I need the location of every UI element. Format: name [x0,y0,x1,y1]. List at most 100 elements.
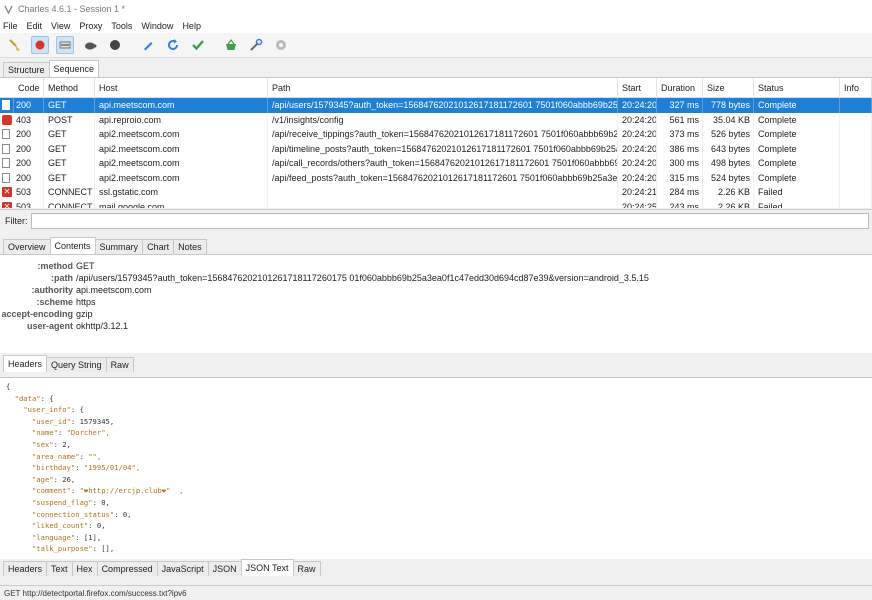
column-header-host[interactable]: Host [95,78,268,98]
column-header-info[interactable]: Info [840,78,872,98]
column-header-path[interactable]: Path [268,78,618,98]
menu-window[interactable]: Window [141,21,173,31]
json-key: "talk_purpose" [31,544,93,554]
cell-method: GET [44,156,95,171]
throttle-button[interactable] [56,36,74,54]
cell-status: Failed [754,199,840,208]
cell-start: 20:24:25 [618,199,657,208]
settings-button[interactable] [272,36,290,54]
tab-contents[interactable]: Contents [49,237,96,254]
tab-structure[interactable]: Structure [3,62,50,77]
table-row[interactable]: 200 GET api2.meetscom.com /api/receive_t… [0,127,872,142]
json-value: { [79,405,84,415]
cell-info [840,127,872,142]
json-value: "", [88,451,102,461]
cell-method: GET [44,170,95,185]
tab-text[interactable]: Text [46,561,73,576]
tab-response-raw[interactable]: Raw [292,561,321,576]
json-key: "sex" [31,439,54,449]
cell-start: 20:24:20 [618,156,657,171]
settings-icon [276,40,286,50]
document-icon [2,143,10,154]
column-header-duration[interactable]: Duration [657,78,703,98]
menu-view[interactable]: View [51,21,70,31]
tab-overview[interactable]: Overview [3,239,51,254]
tab-chart[interactable]: Chart [142,239,175,254]
menu-help[interactable]: Help [182,21,201,31]
menu-proxy[interactable]: Proxy [79,21,102,31]
tab-request-raw[interactable]: Raw [105,357,134,372]
table-row[interactable]: ✕ 503 CONNECT mail.google.com 20:24:25 2… [0,199,872,208]
cell-path: /api/call_records/others?auth_token=1568… [268,156,618,171]
cell-size: 2.26 KB [703,185,754,200]
cell-start: 20:24:21 [618,185,657,200]
record-button[interactable] [31,36,49,54]
cell-size: 526 bytes [703,127,754,142]
cell-start: 20:24:20 [618,112,657,127]
table-row[interactable]: 200 GET api2.meetscom.com /api/call_reco… [0,156,872,171]
tab-compressed[interactable]: Compressed [96,561,158,576]
menu-edit[interactable]: Edit [27,21,43,31]
tab-sequence[interactable]: Sequence [48,60,100,77]
throttle-icon [59,41,71,49]
cell-size: 643 bytes [703,141,754,156]
cell-host: api.meetscom.com [95,98,268,113]
tab-json-text[interactable]: JSON Text [240,559,294,576]
column-header-method[interactable]: Method [44,78,95,98]
cell-info [840,185,872,200]
broom-button[interactable] [6,36,24,54]
json-key: "area_name" [31,451,80,461]
stop-breakpoints-icon [110,40,120,50]
menu-file[interactable]: File [3,21,18,31]
tab-notes[interactable]: Notes [173,239,207,254]
tab-javascript[interactable]: JavaScript [156,561,209,576]
filter-input[interactable] [30,212,869,229]
cell-info [840,199,872,208]
tab-response-headers[interactable]: Headers [3,561,48,576]
column-header-code[interactable]: Code [14,78,44,98]
table-row[interactable]: 200 GET api2.meetscom.com /api/timeline_… [0,141,872,156]
table-row[interactable]: 200 GET api.meetscom.com /api/users/1579… [0,98,872,113]
turtle-button[interactable] [81,36,99,54]
cell-code: 200 [14,98,44,113]
column-header-status[interactable]: Status [754,78,840,98]
compose-button[interactable] [139,36,157,54]
repeat-button[interactable] [164,36,182,54]
header-key: :path [51,273,73,283]
json-line: "area_name": "", [31,451,102,461]
tab-request-headers[interactable]: Headers [3,355,48,372]
column-header-size[interactable]: Size [703,78,754,98]
error-icon: ✕ [2,201,12,208]
tab-query-string[interactable]: Query String [46,357,107,372]
header-value: https [76,297,96,307]
cell-start: 20:24:20 [618,170,657,185]
tab-hex[interactable]: Hex [71,561,98,576]
cell-path: /v1/insights/config [268,112,618,127]
stop-breakpoints-button[interactable] [106,36,124,54]
basket-button[interactable] [222,36,240,54]
json-key: "data" [14,393,41,403]
tools-button[interactable] [247,36,265,54]
header-value: /api/users/1579345?auth_token=1568476202… [76,273,649,283]
cell-duration: 561 ms [657,112,703,127]
tab-json[interactable]: JSON [207,561,242,576]
cell-status: Complete [754,141,840,156]
cell-size: 778 bytes [703,98,754,113]
table-row[interactable]: 403 POST api.reproio.com /v1/insights/co… [0,112,872,127]
table-row[interactable]: ✕ 503 CONNECT ssl.gstatic.com 20:24:21 2… [0,185,872,200]
json-line: "language": [1], [31,532,102,542]
cell-start: 20:24:20 [618,141,657,156]
json-line: "connection_status": 0, [31,509,132,519]
json-key: "suspend_flag" [31,497,93,507]
header-key: :method [37,261,74,271]
cell-host: api2.meetscom.com [95,156,268,171]
column-header-start[interactable]: Start [618,78,657,98]
cell-size: 2.26 KB [703,199,754,208]
tab-summary[interactable]: Summary [94,239,144,254]
menu-tools[interactable]: Tools [111,21,132,31]
json-value: { [6,382,11,391]
cell-info [840,170,872,185]
table-row[interactable]: 200 GET api2.meetscom.com /api/feed_post… [0,170,872,185]
cell-status: Complete [754,170,840,185]
validate-button[interactable] [189,36,207,54]
